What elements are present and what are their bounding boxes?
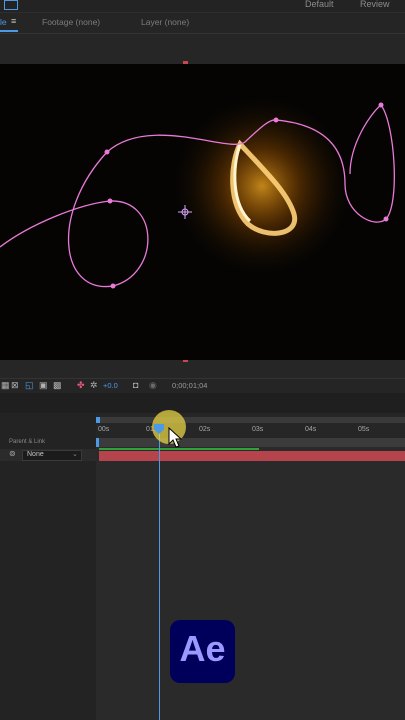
layer-panel: Parent & Link ⊚ None ⌄ bbox=[0, 413, 97, 720]
workspace-bar: Default Review bbox=[0, 0, 405, 13]
glow-halo bbox=[167, 91, 357, 281]
show-snapshot-icon[interactable]: ◉ bbox=[149, 380, 157, 391]
viewer-toolbar: ▦ ⊠ ◱ ▣ ▩ ✤ ✲ +0.0 ◘ ◉ 0;00;01;04 bbox=[0, 378, 405, 394]
chevron-down-icon: ⌄ bbox=[72, 451, 78, 458]
snapshot-icon[interactable]: ▩ bbox=[53, 380, 62, 391]
cursor-icon bbox=[168, 427, 182, 448]
ruler-label: 00s bbox=[98, 426, 110, 433]
layer-duration-bar[interactable] bbox=[99, 451, 405, 461]
home-icon[interactable] bbox=[4, 0, 18, 10]
color-channel-icon[interactable]: ✤ bbox=[77, 380, 85, 391]
timeline-header bbox=[0, 393, 405, 413]
panel-tabs: le ≡ Footage (none) Layer (none) bbox=[0, 13, 405, 34]
path-vertex[interactable] bbox=[107, 198, 113, 204]
region-of-interest-icon[interactable]: ◱ bbox=[25, 380, 34, 391]
path-vertex[interactable] bbox=[273, 117, 279, 123]
parent-link-header: Parent & Link bbox=[9, 439, 46, 445]
work-area-bar[interactable] bbox=[96, 417, 405, 423]
motion-path-artwork bbox=[0, 91, 395, 289]
ruler-label: 04s bbox=[305, 426, 317, 433]
grid-icon[interactable]: ▦ bbox=[1, 380, 10, 391]
exposure-reset-icon[interactable]: ✲ bbox=[90, 380, 98, 391]
path-vertex[interactable] bbox=[110, 283, 116, 289]
mask-icon[interactable]: ⊠ bbox=[11, 380, 19, 391]
layer-row[interactable]: ⊚ None ⌄ bbox=[0, 449, 96, 461]
current-timecode[interactable]: 0;00;01;04 bbox=[172, 381, 207, 390]
in-point-marker[interactable] bbox=[96, 438, 99, 447]
time-ruler[interactable]: 00s 01s 02s 03s 04s 05s bbox=[96, 413, 405, 447]
active-tab-underline bbox=[0, 30, 18, 32]
composition-canvas[interactable] bbox=[0, 64, 405, 360]
work-area-start-handle[interactable] bbox=[96, 417, 100, 423]
transparency-icon[interactable]: ▣ bbox=[39, 380, 48, 391]
tab-layer[interactable]: Layer (none) bbox=[141, 17, 189, 27]
parent-dropdown[interactable]: None ⌄ bbox=[22, 450, 82, 461]
camera-icon[interactable]: ◘ bbox=[133, 380, 138, 390]
workspace-review[interactable]: Review bbox=[360, 0, 390, 9]
tab-footage[interactable]: Footage (none) bbox=[42, 17, 100, 27]
layer-tracks bbox=[96, 447, 405, 720]
tab-composition[interactable]: le bbox=[0, 17, 7, 27]
menu-icon[interactable]: ≡ bbox=[11, 16, 16, 26]
ruler-label: 03s bbox=[252, 426, 264, 433]
exposure-value[interactable]: +0.0 bbox=[103, 381, 118, 390]
playhead-line[interactable] bbox=[159, 426, 160, 720]
workspace-default[interactable]: Default bbox=[305, 0, 334, 9]
pick-whip-icon[interactable]: ⊚ bbox=[9, 449, 16, 458]
path-vertex[interactable] bbox=[383, 216, 389, 222]
after-effects-logo: Ae bbox=[170, 620, 235, 683]
path-vertex[interactable] bbox=[378, 102, 384, 108]
ruler-label: 02s bbox=[199, 426, 211, 433]
ruler-label: 05s bbox=[358, 426, 370, 433]
parent-value: None bbox=[27, 451, 44, 458]
path-vertex[interactable] bbox=[104, 149, 110, 155]
render-bar bbox=[96, 438, 405, 447]
logo-text: Ae bbox=[179, 628, 226, 669]
